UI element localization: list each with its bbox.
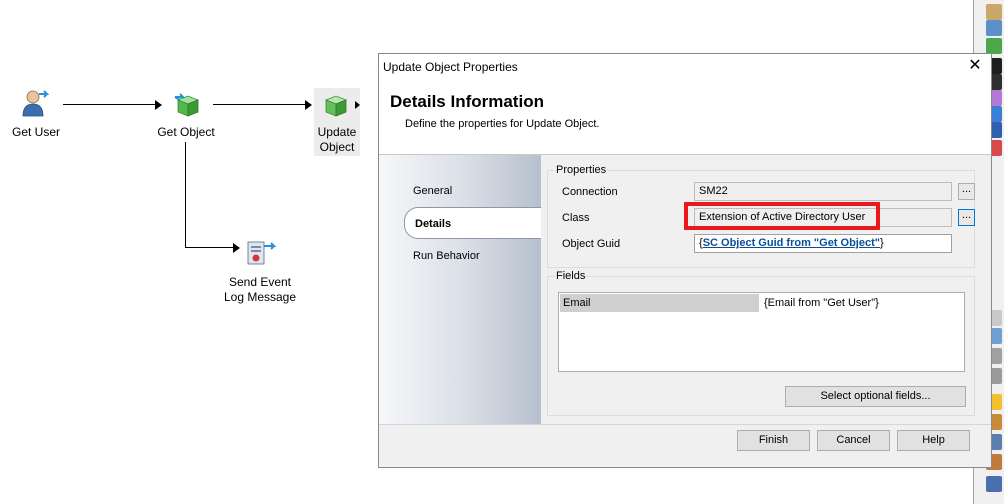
connection-browse-button[interactable]: ... bbox=[958, 183, 975, 200]
properties-group: Properties Connection SM22 ... Class Ext… bbox=[547, 164, 975, 268]
send-event-label-2: Log Message bbox=[223, 290, 297, 304]
page-title: Details Information bbox=[390, 92, 544, 111]
select-optional-fields-button[interactable]: Select optional fields... bbox=[785, 386, 966, 407]
class-label: Class bbox=[562, 212, 590, 224]
toolbox-icon[interactable] bbox=[986, 4, 1002, 20]
update-object-label-1: Update bbox=[317, 125, 357, 139]
update-object-node[interactable]: Update Object bbox=[314, 88, 360, 156]
nav-item-details-label: Details bbox=[415, 218, 452, 230]
nav-item-general[interactable]: General bbox=[413, 185, 452, 197]
connector-getuser-getobject bbox=[63, 104, 157, 105]
table-row-value[interactable]: {Email from "Get User"} bbox=[764, 294, 879, 312]
details-content: Properties Connection SM22 ... Class Ext… bbox=[541, 155, 991, 424]
dialog-title-bar[interactable]: Update Object Properties ✕ bbox=[379, 54, 991, 80]
fields-table: Email {Email from "Get User"} bbox=[558, 292, 965, 372]
object-guid-label: Object Guid bbox=[562, 238, 621, 250]
update-object-label-2: Object bbox=[319, 140, 355, 154]
get-object-label: Get Object bbox=[157, 125, 215, 139]
help-button[interactable]: Help bbox=[897, 430, 970, 451]
get-user-node[interactable]: Get User bbox=[12, 88, 60, 144]
object-guid-field[interactable]: {SC Object Guid from "Get Object"} bbox=[694, 234, 952, 253]
get-user-label: Get User bbox=[11, 125, 60, 139]
update-cube-icon bbox=[324, 95, 348, 117]
get-object-node[interactable]: Get Object bbox=[157, 88, 218, 144]
fields-group: Fields Email {Email from "Get User"} Sel… bbox=[547, 270, 975, 416]
nav-item-details[interactable]: Details bbox=[404, 207, 541, 239]
connection-field[interactable]: SM22 bbox=[694, 182, 952, 201]
finish-button[interactable]: Finish bbox=[737, 430, 810, 451]
nav-panel: General Details Run Behavior bbox=[379, 155, 541, 424]
cancel-button[interactable]: Cancel bbox=[817, 430, 890, 451]
output-arrow bbox=[355, 101, 360, 109]
class-highlight-box bbox=[684, 202, 880, 230]
class-browse-button[interactable]: ... bbox=[958, 209, 975, 226]
connection-label: Connection bbox=[562, 186, 618, 198]
guid-close-brace: } bbox=[879, 237, 884, 249]
connector-getobject-update bbox=[213, 104, 307, 105]
cube-icon bbox=[174, 93, 200, 117]
page-subtitle: Define the properties for Update Object. bbox=[405, 118, 600, 130]
user-icon bbox=[22, 90, 49, 117]
nav-item-run-behavior[interactable]: Run Behavior bbox=[413, 250, 480, 262]
toolbox-icon[interactable] bbox=[986, 38, 1002, 54]
table-row-key[interactable]: Email bbox=[560, 294, 759, 312]
fields-group-label: Fields bbox=[555, 270, 587, 282]
dialog-title: Update Object Properties bbox=[383, 60, 518, 74]
properties-group-label: Properties bbox=[555, 164, 608, 176]
object-guid-link[interactable]: SC Object Guid from "Get Object" bbox=[703, 237, 880, 249]
event-log-icon bbox=[247, 241, 277, 265]
send-event-label-1: Send Event bbox=[228, 275, 292, 289]
toolbox-icon[interactable] bbox=[986, 20, 1002, 36]
send-event-node[interactable]: Send Event Log Message bbox=[222, 238, 298, 306]
dialog-footer: Finish Cancel Help bbox=[379, 425, 991, 467]
close-icon[interactable]: ✕ bbox=[967, 58, 983, 74]
connector-getobject-sendevent-vertical bbox=[185, 142, 186, 248]
toolbox-icon[interactable] bbox=[986, 476, 1002, 492]
arrowhead bbox=[305, 100, 312, 110]
update-object-properties-dialog: Update Object Properties ✕ Details Infor… bbox=[378, 53, 992, 468]
